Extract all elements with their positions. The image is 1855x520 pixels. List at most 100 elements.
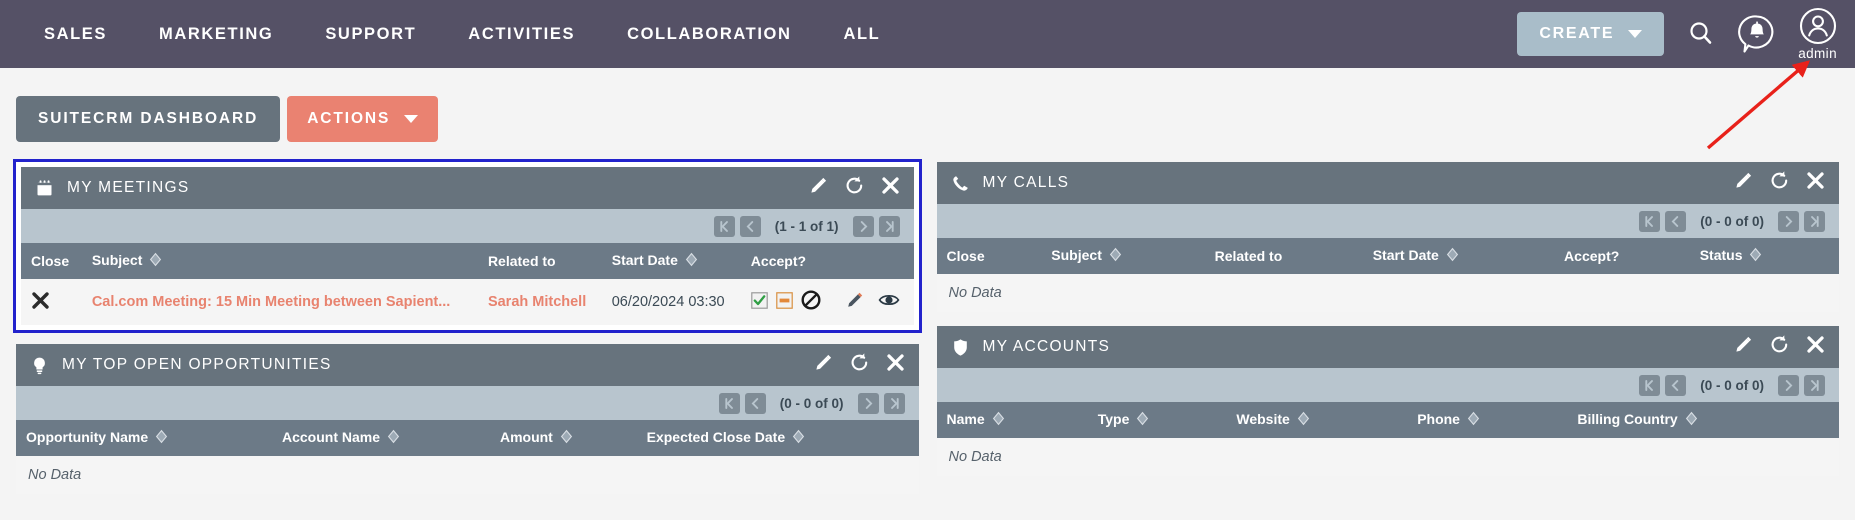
sort-diamond-icon[interactable] [387, 429, 400, 447]
search-icon[interactable] [1686, 19, 1716, 49]
column-header-start-date[interactable]: Start Date [1363, 238, 1554, 274]
bell-notification-icon[interactable] [1738, 14, 1776, 54]
edit-pencil-icon[interactable] [845, 291, 864, 314]
cell-start-date: 06/20/2024 03:30 [601, 279, 741, 325]
nav-item-collaboration[interactable]: COLLABORATION [601, 25, 817, 44]
close-x-icon[interactable] [881, 176, 900, 200]
sort-diamond-icon[interactable] [560, 429, 573, 447]
last-page-button[interactable] [878, 215, 900, 237]
column-header-website[interactable]: Website [1226, 402, 1407, 438]
sort-diamond-icon[interactable] [992, 411, 1005, 429]
column-header-name[interactable]: Name [937, 402, 1088, 438]
panel-actions-meetings [808, 175, 900, 201]
sort-diamond-icon[interactable] [1685, 411, 1698, 429]
dashlet-my-top-open-opportunities: MY TOP OPEN OPPORTUNITIES (0 - 0 of 0) O… [16, 344, 919, 494]
sort-diamond-icon[interactable] [1136, 411, 1149, 429]
column-header-subject[interactable]: Subject [1041, 238, 1204, 274]
column-header-related-to[interactable]: Related to [478, 243, 602, 279]
nav-item-marketing[interactable]: MARKETING [133, 25, 299, 44]
column-header-account-name[interactable]: Account Name [272, 420, 490, 456]
column-header-close[interactable]: Close [937, 238, 1042, 274]
last-page-button[interactable] [1804, 210, 1825, 232]
next-page-button[interactable] [1778, 210, 1799, 232]
last-page-button[interactable] [1804, 374, 1825, 396]
cell-row-actions [834, 279, 914, 325]
sort-diamond-icon[interactable] [685, 252, 698, 270]
next-page-button[interactable] [852, 215, 874, 237]
column-header-expected-close-date[interactable]: Expected Close Date [637, 420, 919, 456]
user-avatar-icon [1799, 7, 1836, 45]
sort-diamond-icon[interactable] [792, 429, 805, 447]
column-header-subject[interactable]: Subject [82, 243, 478, 279]
meeting-subject-link[interactable]: Cal.com Meeting: 15 Min Meeting between … [92, 294, 451, 310]
column-label: Billing Country [1577, 411, 1678, 427]
previous-page-button[interactable] [744, 392, 766, 414]
tentative-dash-icon[interactable] [775, 291, 793, 313]
panel-title-calls: MY CALLS [982, 174, 1070, 191]
close-x-icon[interactable] [1806, 335, 1825, 359]
refresh-icon[interactable] [849, 352, 870, 378]
column-header-related-to[interactable]: Related to [1205, 238, 1363, 274]
first-page-button[interactable] [718, 392, 740, 414]
refresh-icon[interactable] [844, 175, 865, 201]
tab-bar: SUITECRM DASHBOARD ACTIONS [0, 68, 1855, 142]
next-page-button[interactable] [1778, 374, 1799, 396]
avatar[interactable]: admin [1798, 7, 1837, 61]
edit-pencil-icon[interactable] [813, 353, 833, 378]
first-page-button[interactable] [1639, 210, 1661, 232]
edit-pencil-icon[interactable] [808, 176, 828, 201]
next-page-button[interactable] [857, 392, 879, 414]
last-page-button[interactable] [883, 392, 905, 414]
previous-page-button[interactable] [1665, 374, 1687, 396]
column-header-status[interactable]: Status [1690, 238, 1839, 274]
column-header-accept[interactable]: Accept? [1554, 238, 1690, 274]
column-header-type[interactable]: Type [1088, 402, 1227, 438]
column-header-amount[interactable]: Amount [490, 420, 637, 456]
previous-page-button[interactable] [739, 215, 761, 237]
column-label: Name [946, 411, 985, 427]
column-header-phone[interactable]: Phone [1407, 402, 1567, 438]
column-header-accept[interactable]: Accept? [741, 243, 835, 279]
panel-header-accounts: MY ACCOUNTS [936, 326, 1839, 368]
cell-subject: Cal.com Meeting: 15 Min Meeting between … [81, 279, 478, 325]
sort-diamond-icon[interactable] [1109, 247, 1122, 265]
close-x-icon[interactable] [886, 353, 905, 377]
column-header-close[interactable]: Close [21, 243, 82, 279]
dashlet-my-meetings: MY MEETINGS (1 - 1 of 1) Close Subject R… [13, 159, 922, 333]
create-button-label: CREATE [1539, 25, 1615, 42]
sort-diamond-icon[interactable] [1467, 411, 1480, 429]
column-label: Accept? [750, 253, 807, 269]
column-header-billing-country[interactable]: Billing Country [1567, 402, 1839, 438]
actions-dropdown-button[interactable]: ACTIONS [287, 96, 439, 142]
previous-page-button[interactable] [1665, 210, 1687, 232]
first-page-button[interactable] [713, 215, 735, 237]
column-header-opportunity-name[interactable]: Opportunity Name [16, 420, 272, 456]
accept-check-icon[interactable] [750, 291, 768, 313]
close-x-icon[interactable] [31, 291, 50, 314]
close-x-icon[interactable] [1806, 171, 1825, 195]
sort-diamond-icon[interactable] [1446, 247, 1459, 265]
table-meetings: Close Subject Related to Start Date Acce… [21, 243, 914, 325]
sort-diamond-icon[interactable] [1297, 411, 1310, 429]
nav-item-all[interactable]: ALL [817, 25, 906, 44]
edit-pencil-icon[interactable] [1733, 335, 1753, 360]
related-contact-link[interactable]: Sarah Mitchell [488, 294, 586, 310]
nav-item-activities[interactable]: ACTIVITIES [442, 25, 601, 44]
phone-icon [952, 175, 968, 191]
nav-item-support[interactable]: SUPPORT [299, 25, 442, 44]
edit-pencil-icon[interactable] [1733, 171, 1753, 196]
first-page-button[interactable] [1639, 374, 1661, 396]
sort-diamond-icon[interactable] [149, 252, 162, 270]
column-header-start-date[interactable]: Start Date [602, 243, 741, 279]
refresh-icon[interactable] [1769, 334, 1790, 360]
create-button[interactable]: CREATE [1517, 12, 1665, 56]
sort-diamond-icon[interactable] [155, 429, 168, 447]
decline-circle-slash-icon[interactable] [801, 290, 821, 314]
tab-suitecrm-dashboard[interactable]: SUITECRM DASHBOARD [16, 96, 281, 142]
top-navbar: SALES MARKETING SUPPORT ACTIVITIES COLLA… [0, 0, 1855, 68]
view-eye-icon[interactable] [878, 291, 900, 313]
column-label: Related to [1214, 248, 1283, 264]
sort-diamond-icon[interactable] [1749, 247, 1762, 265]
refresh-icon[interactable] [1769, 170, 1790, 196]
nav-item-sales[interactable]: SALES [18, 25, 133, 44]
